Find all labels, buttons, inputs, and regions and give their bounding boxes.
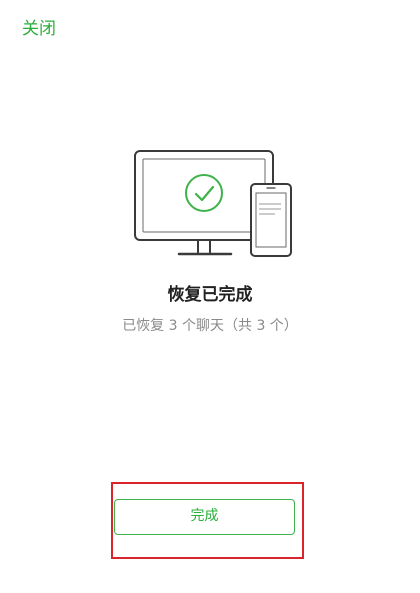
restore-summary-text: 已恢复 3 个聊天（共 3 个） xyxy=(122,318,298,334)
phone-icon xyxy=(250,183,292,257)
check-circle-icon xyxy=(185,174,223,212)
page-title: 恢复已完成 xyxy=(167,285,253,305)
done-button[interactable]: 完成 xyxy=(114,499,295,535)
close-button[interactable]: 关闭 xyxy=(22,17,56,41)
restore-complete-screen: 关闭 恢复已完成 已恢复 3 个聊天（共 3 个） 完成 xyxy=(0,0,420,593)
